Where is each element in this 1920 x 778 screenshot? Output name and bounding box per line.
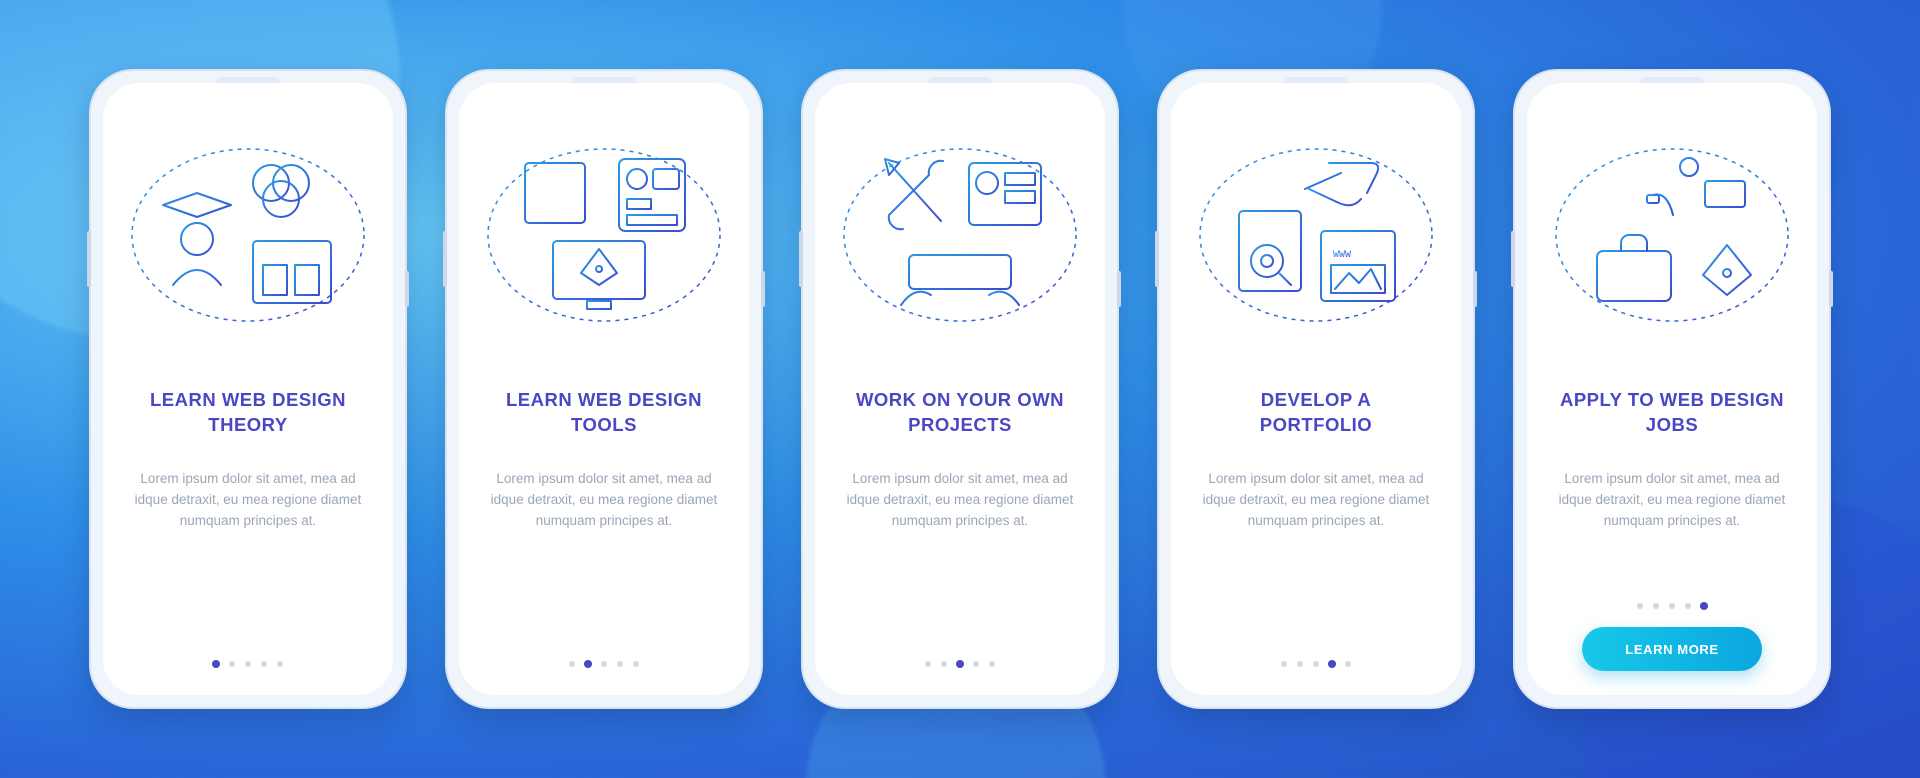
onboarding-carousel: LEARN WEB DESIGN THEORY Lorem ipsum dolo…: [0, 0, 1920, 778]
own-projects-icon: [840, 117, 1080, 353]
dot[interactable]: [261, 661, 267, 667]
screen-title: APPLY TO WEB DESIGN JOBS: [1553, 387, 1791, 439]
pagination-dots: [569, 661, 639, 667]
dot[interactable]: [212, 660, 220, 668]
svg-text:WWW: WWW: [1333, 250, 1351, 261]
dot[interactable]: [569, 661, 575, 667]
learn-theory-icon: [128, 117, 368, 353]
pagination-dots: [1281, 661, 1351, 667]
pagination-dots: [925, 661, 995, 667]
screen-title: LEARN WEB DESIGN THEORY: [129, 387, 367, 439]
dot[interactable]: [1653, 603, 1659, 609]
screen-description: Lorem ipsum dolor sit amet, mea ad idque…: [1553, 469, 1791, 532]
dot[interactable]: [617, 661, 623, 667]
portfolio-icon: WWW: [1196, 117, 1436, 353]
onboarding-screen-tools[interactable]: LEARN WEB DESIGN TOOLS Lorem ipsum dolor…: [459, 83, 749, 695]
dot[interactable]: [956, 660, 964, 668]
dot[interactable]: [245, 661, 251, 667]
onboarding-screen-portfolio[interactable]: WWW DEVELOP A PORTFOLIO Lorem ipsum dolo…: [1171, 83, 1461, 695]
dot[interactable]: [277, 661, 283, 667]
screen-description: Lorem ipsum dolor sit amet, mea ad idque…: [485, 469, 723, 532]
pagination-dots: [213, 661, 283, 667]
dot[interactable]: [925, 661, 931, 667]
phone-frame: LEARN WEB DESIGN THEORY Lorem ipsum dolo…: [89, 69, 407, 709]
screen-title: DEVELOP A PORTFOLIO: [1197, 387, 1435, 439]
dot[interactable]: [1328, 660, 1336, 668]
dot[interactable]: [1669, 603, 1675, 609]
dot[interactable]: [1345, 661, 1351, 667]
dot[interactable]: [601, 661, 607, 667]
pagination-dots: [1637, 603, 1707, 609]
screen-description: Lorem ipsum dolor sit amet, mea ad idque…: [841, 469, 1079, 532]
onboarding-screen-theory[interactable]: LEARN WEB DESIGN THEORY Lorem ipsum dolo…: [103, 83, 393, 695]
dot[interactable]: [973, 661, 979, 667]
onboarding-screen-jobs[interactable]: APPLY TO WEB DESIGN JOBS Lorem ipsum dol…: [1527, 83, 1817, 695]
phone-frame: APPLY TO WEB DESIGN JOBS Lorem ipsum dol…: [1513, 69, 1831, 709]
dot[interactable]: [1637, 603, 1643, 609]
dot[interactable]: [229, 661, 235, 667]
dot[interactable]: [1685, 603, 1691, 609]
dot[interactable]: [1281, 661, 1287, 667]
learn-tools-icon: [484, 117, 724, 353]
learn-more-button[interactable]: LEARN MORE: [1582, 627, 1762, 671]
dot[interactable]: [1700, 602, 1708, 610]
phone-frame: WORK ON YOUR OWN PROJECTS Lorem ipsum do…: [801, 69, 1119, 709]
screen-title: WORK ON YOUR OWN PROJECTS: [841, 387, 1079, 439]
dot[interactable]: [633, 661, 639, 667]
screen-description: Lorem ipsum dolor sit amet, mea ad idque…: [129, 469, 367, 532]
dot[interactable]: [989, 661, 995, 667]
screen-title: LEARN WEB DESIGN TOOLS: [485, 387, 723, 439]
dot[interactable]: [941, 661, 947, 667]
phone-frame: LEARN WEB DESIGN TOOLS Lorem ipsum dolor…: [445, 69, 763, 709]
dot[interactable]: [1297, 661, 1303, 667]
apply-jobs-icon: [1552, 117, 1792, 353]
screen-description: Lorem ipsum dolor sit amet, mea ad idque…: [1197, 469, 1435, 532]
phone-frame: WWW DEVELOP A PORTFOLIO Lorem ipsum dolo…: [1157, 69, 1475, 709]
dot[interactable]: [584, 660, 592, 668]
onboarding-screen-projects[interactable]: WORK ON YOUR OWN PROJECTS Lorem ipsum do…: [815, 83, 1105, 695]
dot[interactable]: [1313, 661, 1319, 667]
